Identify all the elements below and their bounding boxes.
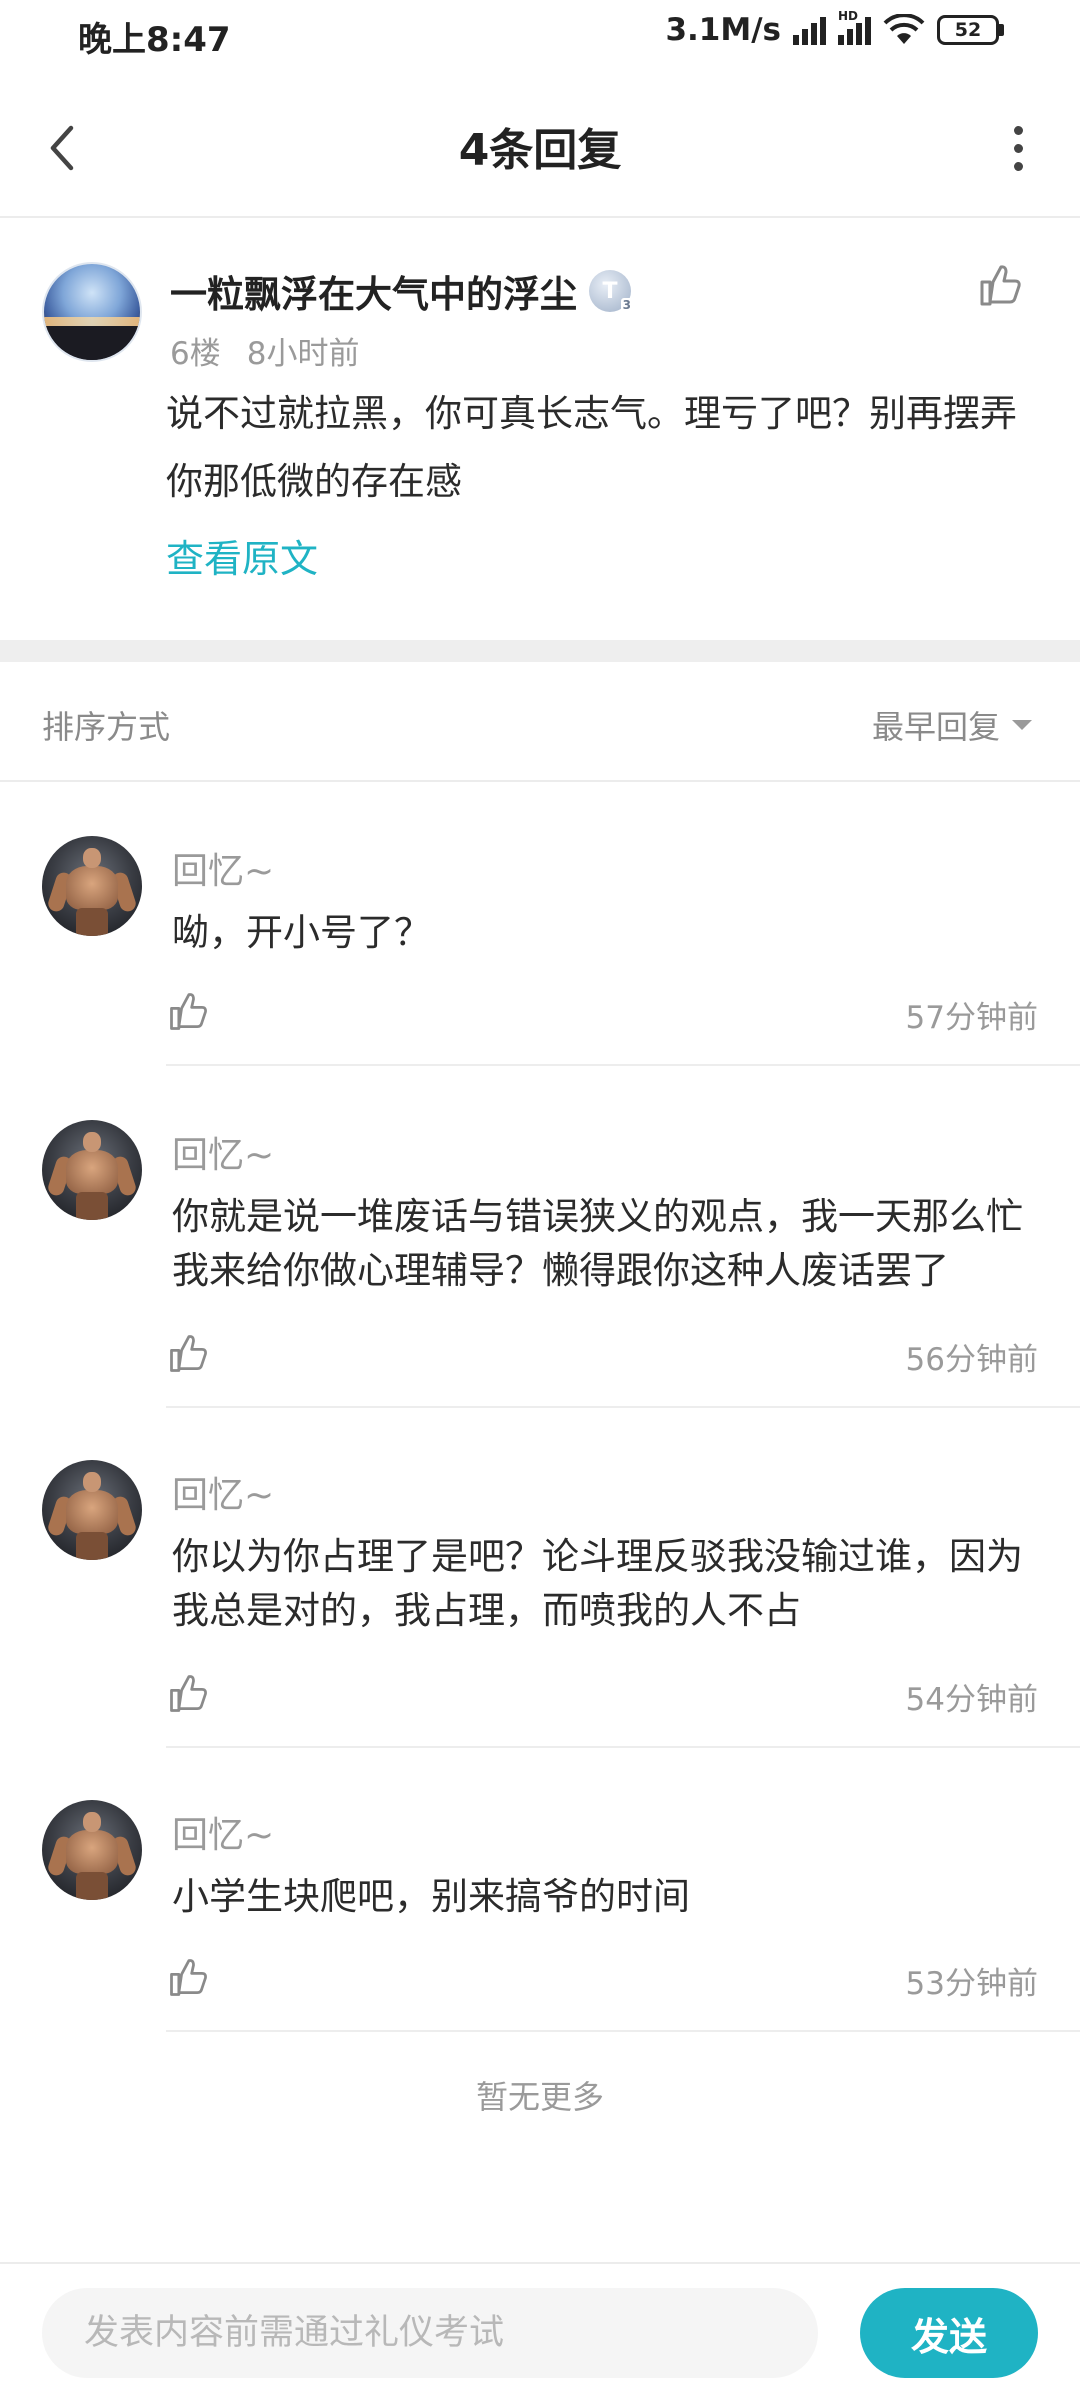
avatar[interactable] — [42, 1800, 142, 1900]
reply-author[interactable]: 回忆~ — [172, 1806, 274, 1858]
reply-time: 57分钟前 — [905, 1000, 1038, 1036]
battery-icon: 52 — [937, 15, 1004, 45]
reply-author[interactable]: 回忆~ — [172, 1126, 274, 1178]
thumbs-up-icon[interactable] — [166, 1332, 210, 1376]
status-indicators: 3.1M/s HD 52 — [665, 9, 1004, 48]
composer-bar: 发送 — [0, 2262, 1080, 2400]
reply-text: 你就是说一堆废话与错误狭义的观点，我一天那么忙我来给你做心理辅导？懒得跟你这种人… — [172, 1195, 1023, 1292]
reply-time: 53分钟前 — [905, 1966, 1038, 2002]
reply-item: 回忆~ 呦，开小号了？ 57分钟前 — [0, 782, 1080, 1072]
reply-item: 回忆~ 小学生块爬吧，别来搞爷的时间 53分钟前 — [0, 1746, 1080, 2036]
post-author[interactable]: 一粒飘浮在大气中的浮尘 T 3 — [170, 264, 633, 318]
post-time: 8小时前 — [246, 336, 360, 372]
level-badge-number: 3 — [620, 298, 633, 312]
author-name: 一粒飘浮在大气中的浮尘 — [170, 273, 577, 316]
reply-time: 56分钟前 — [905, 1342, 1038, 1378]
sort-selected: 最早回复 — [871, 708, 1000, 746]
level-badge-icon: T 3 — [589, 270, 633, 312]
sort-bar: 排序方式 最早回复 — [0, 662, 1080, 782]
section-divider — [0, 640, 1080, 662]
post-floor: 6楼 — [170, 336, 221, 372]
reply-item: 回忆~ 你以为你占理了是吧？论斗理反驳我没输过谁，因为我总是对的，我占理，而喷我… — [0, 1406, 1080, 1748]
send-button[interactable]: 发送 — [860, 2288, 1038, 2378]
header: 4条回复 — [0, 76, 1080, 218]
status-bar: 晚上8:47 3.1M/s HD 52 — [0, 0, 1080, 68]
network-speed: 3.1M/s — [665, 12, 781, 48]
thumbs-up-icon[interactable] — [166, 1672, 210, 1716]
reply-text: 呦，开小号了？ — [172, 911, 431, 954]
post-text: 说不过就拉黑，你可真长志气。理亏了吧？别再摆弄你那低微的存在感 — [166, 392, 1017, 503]
post-meta: 6楼 8小时前 — [170, 328, 359, 373]
reply-author[interactable]: 回忆~ — [172, 842, 274, 894]
no-more-text: 暂无更多 — [475, 2078, 604, 2116]
comment-input[interactable] — [42, 2288, 818, 2378]
page-title: 4条回复 — [458, 125, 622, 176]
battery-level: 52 — [937, 15, 999, 45]
hd-signal-icon: HD — [838, 9, 871, 45]
dropdown-triangle-icon — [1012, 720, 1032, 730]
thumbs-up-icon[interactable] — [976, 262, 1024, 310]
original-post: 一粒飘浮在大气中的浮尘 T 3 6楼 8小时前 说不过就拉黑，你可真长志气。理亏… — [0, 220, 1080, 640]
reply-item: 回忆~ 你就是说一堆废话与错误狭义的观点，我一天那么忙我来给你做心理辅导？懒得跟… — [0, 1066, 1080, 1408]
level-badge-letter: T — [602, 278, 618, 304]
thumbs-up-icon[interactable] — [166, 990, 210, 1034]
reply-text: 小学生块爬吧，别来搞爷的时间 — [172, 1875, 690, 1918]
reply-author[interactable]: 回忆~ — [172, 1466, 274, 1518]
wifi-icon — [883, 14, 925, 44]
divider — [166, 2030, 1080, 2032]
view-original-link[interactable]: 查看原文 — [166, 528, 318, 583]
more-vertical-icon — [1013, 125, 1023, 135]
thumbs-up-icon[interactable] — [166, 1956, 210, 2000]
avatar[interactable] — [42, 262, 142, 362]
avatar[interactable] — [42, 836, 142, 936]
avatar[interactable] — [42, 1460, 142, 1560]
signal-icon — [793, 15, 826, 45]
more-button[interactable] — [986, 112, 1050, 184]
reply-text: 你以为你占理了是吧？论斗理反驳我没输过谁，因为我总是对的，我占理，而喷我的人不占 — [172, 1535, 1023, 1632]
avatar[interactable] — [42, 1120, 142, 1220]
hd-label: HD — [838, 9, 859, 23]
sort-label: 排序方式 — [42, 708, 171, 746]
reply-time: 54分钟前 — [905, 1682, 1038, 1718]
status-time: 晚上8:47 — [78, 20, 231, 60]
sort-dropdown[interactable]: 最早回复 — [872, 702, 1032, 748]
